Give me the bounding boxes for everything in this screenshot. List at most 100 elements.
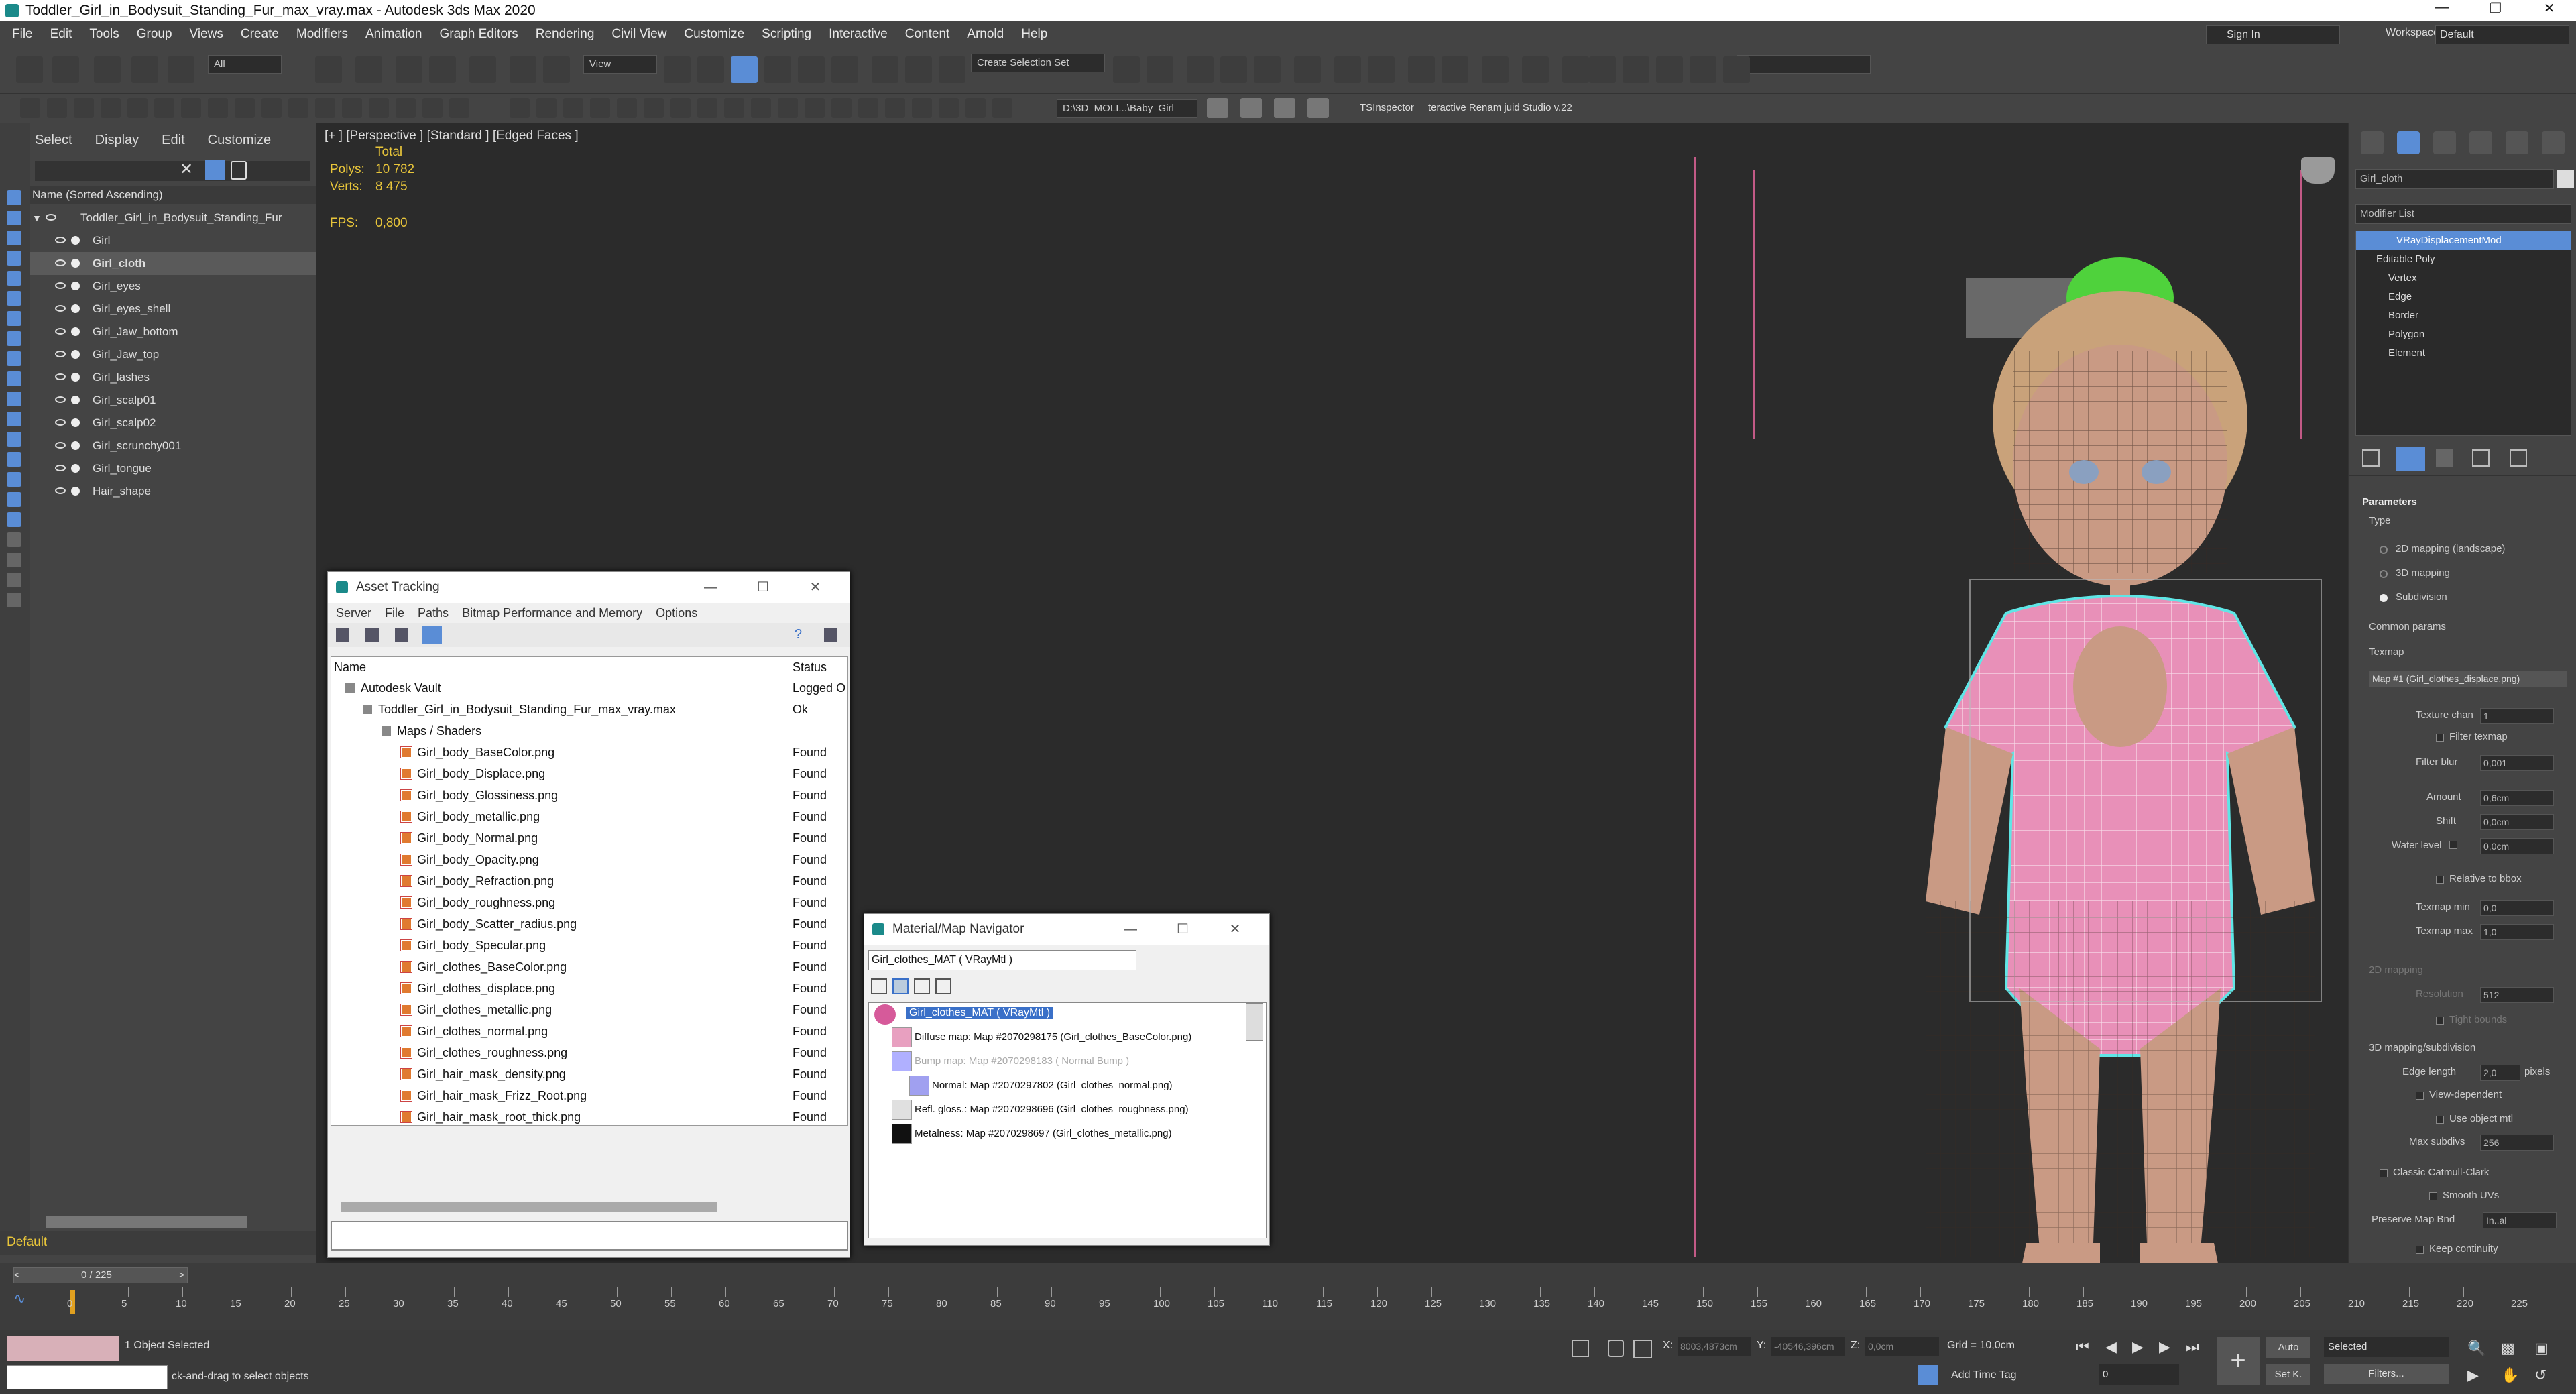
toolbar-icon[interactable]	[510, 56, 536, 83]
toolbar-icon[interactable]	[670, 98, 691, 118]
isolate-icon[interactable]	[1572, 1340, 1589, 1357]
asset-row[interactable]: Girl_body_Refraction.png Found	[331, 870, 847, 892]
toolbar-icon[interactable]	[1334, 56, 1361, 83]
toolbar-icon[interactable]	[510, 98, 530, 118]
explorer-tool-icon[interactable]	[7, 412, 21, 426]
zoom-icon[interactable]: 🔍	[2467, 1340, 2485, 1357]
resolution-field[interactable]: 512	[2480, 987, 2554, 1003]
toolbar-icon[interactable]	[590, 98, 610, 118]
toolbar-icon[interactable]	[798, 56, 825, 83]
explorer-tool-icon[interactable]	[7, 231, 21, 245]
menu-graph-editors[interactable]: Graph Editors	[440, 27, 518, 42]
toolbar-icon[interactable]	[831, 98, 852, 118]
next-frame-icon[interactable]: >	[179, 1269, 184, 1280]
view-large-icons-icon[interactable]	[935, 978, 951, 994]
toolbar-icon[interactable]	[1690, 56, 1716, 83]
asset-row[interactable]: Girl_clothes_displace.png Found	[331, 978, 847, 999]
tree-item[interactable]: Girl_cloth	[30, 252, 316, 275]
menu-scripting[interactable]: Scripting	[762, 27, 811, 42]
explorer-tool-icon[interactable]	[7, 553, 21, 567]
minimize-button[interactable]: —	[1104, 914, 1157, 945]
toolbar-icon[interactable]	[543, 56, 570, 83]
toolbar-icon[interactable]	[101, 98, 121, 118]
visibility-icon[interactable]	[55, 328, 66, 335]
toolbar-icon[interactable]	[429, 56, 456, 83]
toolbar-icon[interactable]	[154, 98, 174, 118]
toolbar-icon[interactable]	[831, 56, 858, 83]
map-slot[interactable]: Normal: Map #2070297802 (Girl_clothes_no…	[932, 1080, 1173, 1091]
visibility-icon[interactable]	[55, 465, 66, 471]
explorer-tool-icon[interactable]	[7, 291, 21, 306]
explorer-tool-icon[interactable]	[7, 472, 21, 487]
toolbar-icon[interactable]	[396, 98, 416, 118]
menu-civil-view[interactable]: Civil View	[611, 27, 666, 42]
explorer-tool-icon[interactable]	[7, 392, 21, 406]
toolbar-icon[interactable]	[261, 98, 282, 118]
toolbar-icon[interactable]	[131, 56, 158, 83]
toolbar-icon[interactable]	[992, 98, 1012, 118]
menu-create[interactable]: Create	[241, 27, 279, 42]
create-tab-icon[interactable]	[2361, 131, 2384, 154]
hierarchy-tab-icon[interactable]	[2433, 131, 2456, 154]
water-level-field[interactable]: 0,0cm	[2480, 838, 2554, 854]
toolbar-icon[interactable]	[288, 98, 308, 118]
toolbar-icon[interactable]	[235, 98, 255, 118]
go-to-start-icon[interactable]: ⏮	[2076, 1338, 2089, 1356]
close-button[interactable]: ✕	[1209, 914, 1261, 945]
toolbar-icon[interactable]	[1562, 56, 1589, 83]
toolbar-icon[interactable]	[469, 56, 496, 83]
configure-sets-icon[interactable]	[2510, 449, 2527, 467]
motion-tab-icon[interactable]	[2469, 131, 2492, 154]
menu-file[interactable]: File	[12, 27, 33, 42]
layer-name[interactable]: Default	[7, 1235, 47, 1250]
toolbar-icon[interactable]	[1482, 56, 1509, 83]
checkout-icon[interactable]	[395, 628, 408, 642]
texture-chan-field[interactable]: 1	[2480, 708, 2554, 724]
toolbar-icon[interactable]	[872, 56, 898, 83]
at-menu-paths[interactable]: Paths	[418, 603, 449, 623]
toolbar-icon[interactable]	[1187, 56, 1214, 83]
at-menu-bitmap[interactable]: Bitmap Performance and Memory	[462, 603, 642, 623]
tsinspector-button[interactable]: TSInspector	[1360, 102, 1414, 113]
x-coord-field[interactable]: 8003,4873cm	[1678, 1337, 1751, 1356]
visibility-icon[interactable]	[55, 373, 66, 380]
toolbar-icon[interactable]	[536, 98, 557, 118]
toolbar-icon[interactable]	[1113, 56, 1140, 83]
toolbar-icon[interactable]	[664, 56, 691, 83]
tree-item[interactable]: Girl_tongue	[30, 457, 316, 480]
explorer-tool-icon[interactable]	[7, 271, 21, 286]
toolbar-icon[interactable]	[617, 98, 637, 118]
explorer-tool-icon[interactable]	[7, 190, 21, 205]
toolbar-icon[interactable]	[697, 56, 724, 83]
asset-tracking-titlebar[interactable]: Asset Tracking — ☐ ✕	[328, 572, 850, 603]
explorer-tool-icon[interactable]	[7, 331, 21, 346]
tab-edit[interactable]: Edit	[162, 133, 184, 148]
toolbar-icon[interactable]	[1589, 56, 1616, 83]
toolbar-icon[interactable]	[1254, 56, 1281, 83]
at-menu-file[interactable]: File	[385, 603, 404, 623]
toolbar-icon[interactable]	[858, 98, 878, 118]
asset-path-field[interactable]	[331, 1221, 848, 1251]
view-list-thumbs-icon[interactable]	[892, 978, 909, 994]
asset-row[interactable]: Girl_hair_mask_Frizz_Root.png Found	[331, 1085, 847, 1106]
visibility-icon[interactable]	[55, 442, 66, 449]
z-coord-field[interactable]: 0,0cm	[1865, 1337, 1939, 1356]
asset-row[interactable]: Girl_body_roughness.png Found	[331, 892, 847, 913]
selection-lock-icon[interactable]	[1608, 1340, 1624, 1357]
visibility-icon[interactable]	[55, 259, 66, 266]
shift-field[interactable]: 0,0cm	[2480, 814, 2554, 830]
map-slot[interactable]: Refl. gloss.: Map #2070298696 (Girl_clot…	[915, 1104, 1189, 1115]
asset-row[interactable]: Girl_body_Glossiness.png Found	[331, 785, 847, 806]
toolbar-icon[interactable]	[94, 56, 121, 83]
maxscript-listener[interactable]	[7, 1336, 119, 1361]
key-filters-button[interactable]: Filters...	[2324, 1364, 2449, 1384]
tree-root[interactable]: ▼ Toddler_Girl_in_Bodysuit_Standing_Fur	[30, 207, 316, 229]
scene-search-input[interactable]	[35, 161, 310, 181]
max-subdivs-field[interactable]: 256	[2480, 1135, 2554, 1151]
help-icon[interactable]: ?	[795, 627, 802, 642]
tree-item[interactable]: Girl_Jaw_top	[30, 343, 316, 366]
toolbar-icon[interactable]	[1240, 98, 1262, 118]
modify-tab-icon[interactable]	[2397, 131, 2420, 154]
menu-rendering[interactable]: Rendering	[536, 27, 595, 42]
modifier-stack-item[interactable]: Polygon	[2356, 325, 2571, 344]
